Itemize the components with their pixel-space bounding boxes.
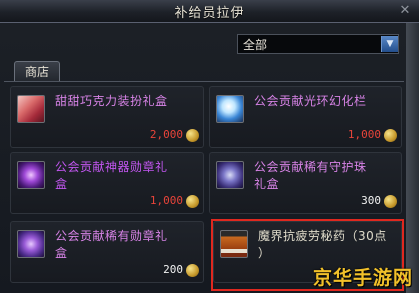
item-price: 2,000 (149, 128, 183, 141)
gold-coin-icon (186, 129, 199, 142)
watermark-text: 京华手游网 (312, 267, 413, 289)
item-price: 1,000 (347, 128, 381, 141)
gold-coin-icon (384, 195, 397, 208)
item-price: 1,000 (149, 194, 183, 207)
gold-coin-icon (186, 264, 199, 277)
shop-item-aura-slot[interactable]: 公会贡献光环幻化栏 1,000 (209, 86, 402, 148)
item-name: 公会贡献神器勋章礼 盒 (55, 160, 168, 191)
window-title: 补给员拉伊 (174, 5, 245, 21)
item-name: 公会贡献光环幻化栏 (254, 94, 367, 108)
rare-medal-box-icon (17, 230, 45, 258)
item-price: 300 (361, 194, 381, 207)
chevron-down-icon[interactable]: ▼ (381, 36, 398, 52)
close-icon[interactable]: ✕ (397, 3, 413, 19)
item-name: 甜甜巧克力装扮礼盒 (55, 94, 168, 108)
gold-coin-icon (384, 129, 397, 142)
aura-skin-slot-icon (216, 95, 244, 123)
artifact-medal-box-icon (17, 161, 45, 189)
category-dropdown[interactable]: 全部 ▼ (237, 34, 399, 54)
shop-item-chocolate-box[interactable]: 甜甜巧克力装扮礼盒 2,000 (10, 86, 204, 148)
guardian-orb-box-icon (216, 161, 244, 189)
tab-shop[interactable]: 商店 (14, 61, 60, 82)
title-bar[interactable]: 补给员拉伊 ✕ (0, 0, 419, 23)
item-name: 公会贡献稀有勋章礼 盒 (55, 229, 168, 260)
dropdown-value: 全部 (243, 37, 268, 52)
shop-item-rare-medal-box[interactable]: 公会贡献稀有勋章礼 盒 200 (10, 221, 204, 283)
shop-window: 补给员拉伊 ✕ 全部 ▼ 商店 甜甜巧克力装扮礼盒 2,000 公会贡献光环幻化… (0, 0, 419, 293)
shop-item-artifact-medal-box[interactable]: 公会贡献神器勋章礼 盒 1,000 (10, 152, 204, 214)
shop-item-guardian-orb-box[interactable]: 公会贡献稀有守护珠 礼盒 300 (209, 152, 402, 214)
chocolate-gift-box-icon (17, 95, 45, 123)
item-price: 200 (163, 263, 183, 276)
window-edge (406, 22, 419, 293)
gold-coin-icon (186, 195, 199, 208)
item-name: 公会贡献稀有守护珠 礼盒 (254, 160, 367, 191)
